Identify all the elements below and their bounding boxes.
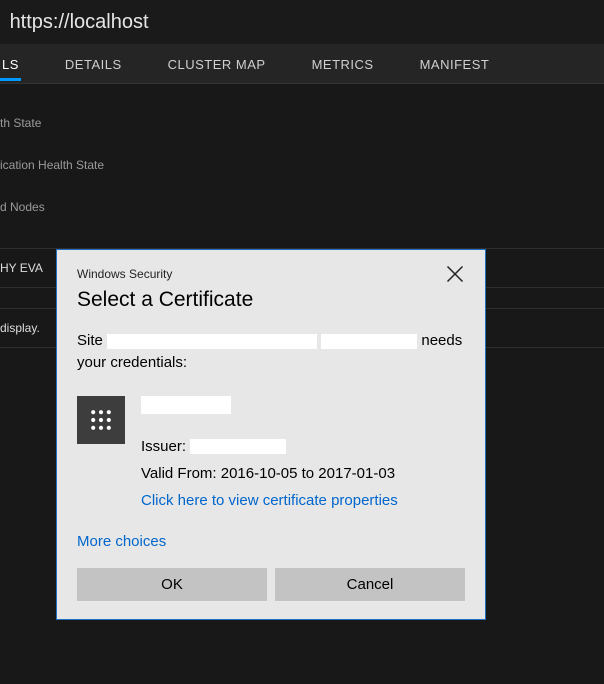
url-text: https://localhost: [4, 11, 149, 34]
tab-essentials[interactable]: LS: [0, 46, 21, 81]
row-health-state: th State: [0, 102, 604, 144]
tab-details[interactable]: DETAILS: [63, 46, 124, 81]
certificate-item[interactable]: Issuer: Valid From: 2016-10-05 to 2017-0…: [77, 396, 465, 509]
dialog-message: Site needs your credentials:: [77, 330, 465, 374]
certificate-dialog: Windows Security Select a Certificate Si…: [56, 249, 486, 620]
address-bar: https://localhost: [0, 0, 604, 44]
tab-manifest[interactable]: MANIFEST: [418, 46, 492, 81]
dialog-header: Windows Security: [77, 267, 172, 281]
row-nodes: d Nodes: [0, 186, 604, 228]
tab-cluster-map[interactable]: CLUSTER MAP: [166, 46, 268, 81]
tab-metrics[interactable]: METRICS: [310, 46, 376, 81]
redacted-site2: [321, 334, 417, 349]
redacted-site: [107, 334, 317, 349]
view-cert-link[interactable]: Click here to view certificate propertie…: [141, 492, 465, 509]
tab-bar: LS DETAILS CLUSTER MAP METRICS MANIFEST: [0, 44, 604, 84]
dialog-title: Select a Certificate: [77, 288, 465, 312]
more-choices-link[interactable]: More choices: [77, 533, 465, 550]
ok-button[interactable]: OK: [77, 568, 267, 601]
cert-validity: Valid From: 2016-10-05 to 2017-01-03: [141, 465, 465, 482]
cancel-button[interactable]: Cancel: [275, 568, 465, 601]
redacted-issuer: [190, 439, 286, 454]
row-app-health-state: ication Health State: [0, 144, 604, 186]
certificate-icon: [77, 396, 125, 444]
close-icon[interactable]: [445, 264, 465, 284]
redacted-cert-name: [141, 396, 231, 414]
cert-issuer: Issuer:: [141, 438, 465, 455]
